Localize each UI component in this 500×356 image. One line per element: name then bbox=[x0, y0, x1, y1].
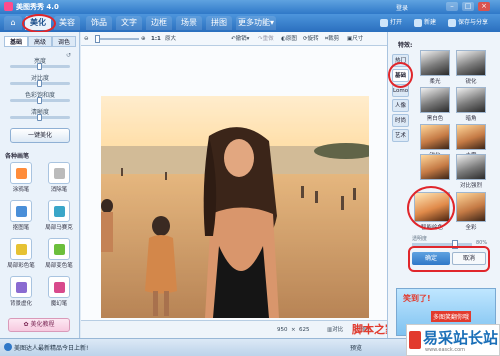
compare-button[interactable]: ▥对比 bbox=[327, 325, 343, 335]
status-bar: 950 × 625 ▥对比 ▢预览 bbox=[81, 320, 387, 338]
title-bar: 美图秀秀 4.0 登录 – □ × bbox=[0, 0, 500, 14]
tool-cutout-brush[interactable]: 抠图笔 bbox=[6, 200, 36, 234]
beach-photo bbox=[101, 96, 369, 318]
new-button[interactable]: 新建 bbox=[414, 17, 436, 29]
tool-color-brush[interactable]: 局部彩色笔 bbox=[6, 238, 36, 272]
image-height: 625 bbox=[299, 327, 310, 333]
tab-accessories[interactable]: 饰品 bbox=[86, 16, 112, 30]
bottom-notice[interactable]: 美图达人最新精品今日上新! bbox=[14, 343, 88, 352]
size-separator: × bbox=[291, 327, 296, 333]
effect-full-color[interactable]: 全彩 bbox=[456, 192, 486, 231]
effect-vignette[interactable]: 暗角 bbox=[456, 87, 486, 122]
tool-mosaic[interactable]: 局部马赛克 bbox=[44, 200, 74, 234]
effect-black-white[interactable]: 黑白色 bbox=[420, 87, 450, 122]
open-button[interactable]: 打开 bbox=[380, 17, 402, 29]
subtab-advanced[interactable]: 高级 bbox=[28, 36, 52, 47]
blur-icon bbox=[16, 282, 27, 293]
site-watermark: 易采站长站 www.easck.com bbox=[406, 324, 500, 356]
save-icon bbox=[448, 19, 456, 27]
original-image-button[interactable]: ◐原图 bbox=[281, 34, 297, 44]
edited-photo bbox=[101, 96, 369, 318]
slider-knob[interactable] bbox=[37, 80, 42, 87]
zoom-in-icon[interactable]: ⊕ bbox=[141, 34, 146, 44]
one-key-beautify-button[interactable]: 一键美化 bbox=[10, 128, 70, 143]
contrast-slider[interactable] bbox=[10, 80, 70, 87]
tool-magic-brush[interactable]: 魔幻笔 bbox=[44, 276, 74, 310]
brightness-slider[interactable] bbox=[10, 63, 70, 70]
rotate-button[interactable]: ⟳旋转 bbox=[303, 34, 319, 44]
maximize-icon[interactable]: □ bbox=[462, 2, 474, 11]
effect-high-contrast[interactable]: 对比强烈 bbox=[456, 154, 486, 189]
tab-text[interactable]: 文字 bbox=[116, 16, 142, 30]
close-icon[interactable]: × bbox=[478, 2, 490, 11]
recolor-icon bbox=[54, 244, 65, 255]
subtab-basic[interactable]: 基础 bbox=[4, 36, 28, 47]
original-size-button[interactable]: 原大 bbox=[165, 34, 176, 44]
effect-sharpen[interactable]: 锐化 bbox=[456, 50, 486, 85]
eraser-icon bbox=[54, 168, 65, 179]
zoom-out-icon[interactable]: ⊖ bbox=[84, 34, 89, 44]
tab-beauty[interactable]: 美容 bbox=[54, 16, 80, 30]
app-logo-icon bbox=[4, 2, 13, 11]
left-panel: 基础 高级 调色 ↺ 亮度 对比度 色彩饱和度 清晰度 一键美化 各种画笔 涂鸦… bbox=[0, 32, 80, 338]
login-link[interactable]: 登录 bbox=[396, 3, 408, 12]
highlight-ring bbox=[388, 62, 413, 88]
zoom-knob[interactable] bbox=[95, 35, 100, 43]
effects-title: 特效: bbox=[398, 42, 413, 49]
tool-doodle-brush[interactable]: 涂鸦笔 bbox=[6, 162, 36, 196]
resize-button[interactable]: ▣尺寸 bbox=[347, 34, 363, 44]
tab-collage[interactable]: 拼图 bbox=[206, 16, 232, 30]
category-portrait[interactable]: 人像 bbox=[392, 99, 409, 112]
highlight-ring bbox=[22, 14, 56, 33]
slider-knob[interactable] bbox=[37, 97, 42, 104]
folder-icon bbox=[380, 19, 388, 27]
tool-background-blur[interactable]: 背景虚化 bbox=[6, 276, 36, 310]
sharpness-slider[interactable] bbox=[10, 114, 70, 121]
effects-panel: 特效: 热门 基础 Lomo 人像 时尚 艺术 柔光 锐化 黑白色 暗角 锐化 … bbox=[387, 32, 500, 338]
home-icon[interactable]: ⌂ bbox=[4, 16, 22, 30]
effect-tile[interactable] bbox=[420, 154, 450, 181]
highlight-ring bbox=[407, 186, 455, 230]
tool-eraser-brush[interactable]: 消除笔 bbox=[44, 162, 74, 196]
cutout-icon bbox=[16, 206, 27, 217]
mosaic-icon bbox=[54, 206, 65, 217]
zoom-ratio[interactable]: 1:1 bbox=[151, 34, 161, 44]
effect-soft-light[interactable]: 柔光 bbox=[420, 50, 450, 85]
minimize-icon[interactable]: – bbox=[446, 2, 458, 11]
info-icon bbox=[4, 343, 12, 351]
tab-more-features[interactable]: 更多功能▾ bbox=[236, 16, 276, 30]
undo-button[interactable]: ↶撤销▾ bbox=[231, 34, 249, 44]
zoom-slider[interactable] bbox=[95, 35, 139, 43]
category-fashion[interactable]: 时尚 bbox=[392, 114, 409, 127]
color-brush-icon bbox=[16, 244, 27, 255]
beautify-tutorial-button[interactable]: ✿ 美化教程 bbox=[8, 318, 70, 332]
brushes-title: 各种画笔 bbox=[5, 153, 30, 160]
tool-recolor-brush[interactable]: 局部变色笔 bbox=[44, 238, 74, 272]
crop-button[interactable]: ⌗裁剪 bbox=[325, 34, 339, 44]
site-logo-icon bbox=[409, 331, 421, 349]
new-file-icon bbox=[414, 19, 422, 27]
highlight-box bbox=[408, 246, 490, 272]
slider-knob[interactable] bbox=[37, 114, 42, 121]
image-width: 950 bbox=[277, 327, 288, 333]
save-share-button[interactable]: 保存与分享 bbox=[448, 17, 488, 29]
tab-scene[interactable]: 场景 bbox=[176, 16, 202, 30]
saturation-slider[interactable] bbox=[10, 97, 70, 104]
bottom-preview-link[interactable]: 预览 bbox=[350, 343, 362, 352]
magic-brush-icon bbox=[54, 282, 65, 293]
slider-knob[interactable] bbox=[37, 63, 42, 70]
category-art[interactable]: 艺术 bbox=[392, 129, 409, 142]
subtab-color[interactable]: 调色 bbox=[52, 36, 76, 47]
redo-button[interactable]: ↷重做 bbox=[258, 34, 274, 44]
tab-frame[interactable]: 边框 bbox=[146, 16, 172, 30]
menu-bar: ⌂ 美化 美容 饰品 文字 边框 场景 拼图 更多功能▾ 打开 新建 保存与分享 bbox=[0, 14, 500, 32]
app-title: 美图秀秀 4.0 bbox=[16, 3, 59, 11]
image-canvas[interactable] bbox=[81, 46, 387, 320]
opacity-label: 透明度 bbox=[412, 236, 428, 242]
doodle-brush-icon bbox=[16, 168, 27, 179]
edit-toolbar: ⊖ ⊕ 1:1 原大 ↶撤销▾ ↷重做 ◐原图 ⟳旋转 ⌗裁剪 ▣尺寸 bbox=[81, 32, 387, 46]
